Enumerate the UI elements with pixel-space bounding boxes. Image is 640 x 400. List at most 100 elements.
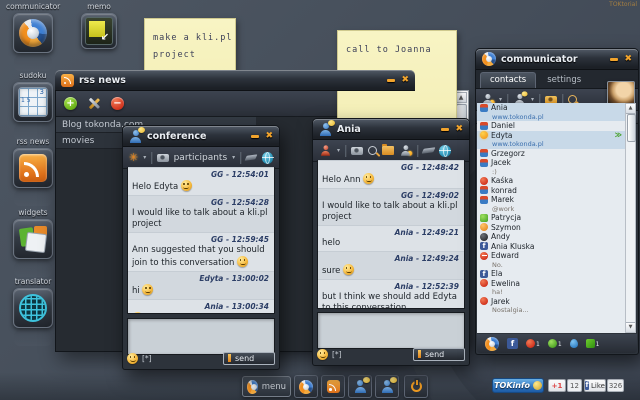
tab-settings[interactable]: settings [538, 73, 590, 88]
dock-item-sudoku[interactable]: sudoku [6, 71, 60, 140]
contact-row[interactable]: Marek [477, 195, 625, 205]
participants-caret-icon[interactable]: ▾ [232, 154, 235, 161]
contact-row[interactable]: konrad [477, 186, 625, 196]
status-caret-icon[interactable]: ▾ [143, 154, 146, 161]
dock-item-button[interactable] [13, 82, 53, 122]
dock-item-rss-news[interactable]: rss news [6, 137, 60, 206]
communicator-titlebar[interactable]: communicator ✖ [476, 49, 638, 70]
conference-icon [129, 126, 145, 143]
contact-row[interactable]: Ewelina [477, 279, 625, 289]
share-icon[interactable]: ≫ [615, 131, 622, 139]
close-button[interactable]: ✖ [455, 124, 463, 134]
ania-message-input[interactable] [317, 312, 465, 349]
close-button[interactable]: ✖ [265, 131, 273, 141]
minimize-button[interactable] [387, 78, 396, 82]
ania-title: Ania [337, 123, 361, 135]
contact-status-text: www.tokonda.pl [477, 140, 625, 149]
webcam-icon[interactable] [157, 153, 169, 162]
status-caret-icon[interactable]: ▾ [337, 147, 340, 154]
green-square-statusbar-icon[interactable]: 1 [585, 339, 599, 348]
remove-feed-icon[interactable]: − [111, 96, 124, 110]
emoticon-picker-icon[interactable] [317, 348, 328, 360]
add-feed-icon[interactable]: + [64, 96, 77, 110]
contact-row[interactable]: Edyta ≫ [477, 130, 625, 140]
rss-icon [326, 380, 340, 393]
minimize-button[interactable] [441, 127, 450, 131]
dock-item-button[interactable] [13, 148, 53, 188]
tokinfo-button[interactable]: TOKinfo [492, 378, 544, 393]
menu-button[interactable]: menu [242, 376, 291, 397]
contact-row[interactable]: Kaśka [477, 176, 625, 186]
contact-row[interactable]: Grzegorz [477, 149, 625, 159]
clear-icon[interactable] [421, 147, 436, 154]
archive-icon[interactable] [382, 144, 395, 155]
contact-row[interactable]: Andy [477, 232, 625, 242]
plusone-count: 12 [567, 379, 582, 392]
memo-shortcut[interactable]: memo [72, 2, 126, 49]
rss-titlebar[interactable]: rss news ✖ [55, 70, 415, 91]
send-button[interactable]: send [413, 347, 465, 361]
add-contact-caret-icon[interactable]: ▾ [499, 96, 502, 103]
translate-icon[interactable] [261, 151, 275, 164]
contact-row[interactable]: Jarek [477, 297, 625, 307]
scroll-down-icon[interactable]: ▼ [626, 322, 635, 332]
clear-icon[interactable] [244, 154, 259, 161]
contact-row[interactable]: Jacek [477, 158, 625, 168]
scroll-up-icon[interactable]: ▲ [626, 104, 635, 114]
chat-person-icon [381, 377, 397, 393]
send-button[interactable]: send [223, 351, 275, 365]
minimize-button[interactable] [610, 57, 619, 61]
emoticon-picker-icon[interactable] [127, 352, 138, 364]
dock-item-button[interactable] [13, 13, 53, 53]
tab-contacts[interactable]: contacts [480, 72, 537, 88]
conference-titlebar[interactable]: conference ✖ [123, 126, 279, 147]
swirl-statusbar-icon[interactable] [485, 336, 499, 351]
dock-item-button[interactable] [13, 219, 53, 259]
message-sender-time: Ania - 12:49:21 [394, 228, 459, 237]
blue-drop-statusbar-icon[interactable] [569, 339, 578, 348]
add-participant-icon[interactable] [400, 145, 413, 156]
dock-item-widgets[interactable]: widgets [6, 208, 60, 277]
participants-button[interactable]: participants [174, 153, 228, 163]
facebook-statusbar-icon[interactable]: f [507, 338, 518, 349]
contact-status-icon[interactable] [320, 145, 330, 156]
red-ball-statusbar-icon[interactable]: 1 [526, 339, 540, 348]
minimize-button[interactable] [251, 134, 260, 138]
search-icon[interactable] [368, 146, 378, 155]
taskbar-item-power[interactable] [404, 375, 428, 398]
contact-row[interactable]: Patrycja [477, 213, 625, 223]
dock-item-translator[interactable]: translator [6, 277, 60, 346]
contact-list-scrollbar[interactable]: ▲ ▼ [625, 103, 636, 333]
contact-name: Daniel [491, 121, 515, 131]
dock-item-button[interactable] [13, 288, 53, 328]
translate-icon[interactable] [439, 144, 452, 157]
contact-row[interactable]: Daniel [477, 121, 625, 131]
status-sun-icon [480, 131, 488, 140]
close-button[interactable]: ✖ [401, 75, 409, 85]
status-burst-icon[interactable]: ✳ [129, 152, 138, 163]
desktop: TOKtorial communicator sudoku rss news widg… [0, 0, 640, 400]
contact-row[interactable]: f Ela [477, 269, 625, 279]
tools-icon[interactable] [87, 97, 101, 110]
contact-row[interactable]: Ania [477, 103, 625, 113]
contact-row[interactable]: Szymon [477, 223, 625, 233]
ania-titlebar[interactable]: Ania ✖ [313, 119, 469, 140]
contact-status-text: @work [492, 204, 515, 213]
message-sender-time: GG - 12:59:45 [211, 235, 269, 244]
green-ball-statusbar-icon[interactable]: 1 [547, 339, 562, 348]
close-button[interactable]: ✖ [624, 54, 632, 64]
taskbar-item-ania-chat[interactable] [375, 375, 399, 398]
contact-row[interactable]: f Ania Kluska [477, 242, 625, 252]
memo-button[interactable] [81, 13, 117, 49]
plusone-button[interactable]: +1 [548, 379, 566, 392]
communicator-icon [299, 379, 313, 394]
contact-row[interactable]: Edward [477, 251, 625, 261]
like-button[interactable]: f Like [584, 379, 606, 392]
dock-item-communicator[interactable]: communicator [6, 2, 60, 71]
taskbar-item-conference-chat[interactable] [348, 375, 372, 398]
webcam-icon[interactable] [351, 146, 364, 155]
groups-caret-icon[interactable]: ▾ [531, 96, 534, 103]
taskbar-item-rss-news[interactable] [321, 375, 345, 398]
scroll-thumb[interactable] [627, 114, 636, 142]
taskbar-item-communicator[interactable] [294, 375, 318, 398]
